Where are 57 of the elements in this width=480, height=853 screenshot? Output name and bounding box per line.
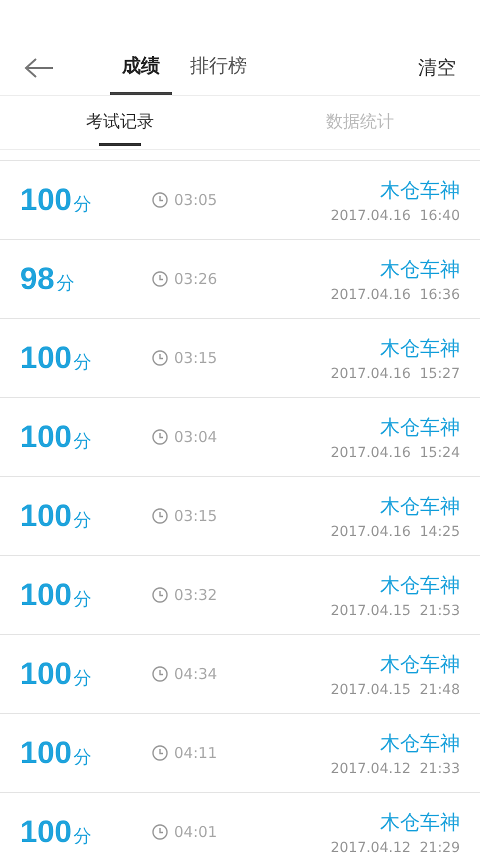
duration: 04:34 xyxy=(174,665,218,683)
clock-icon xyxy=(152,824,168,840)
user-name: 木仓车神 xyxy=(380,650,460,678)
duration: 03:05 xyxy=(174,191,218,209)
user-name: 木仓车神 xyxy=(380,730,460,756)
tab[interactable]: 排行榜 xyxy=(178,40,259,95)
clock-icon xyxy=(152,666,168,682)
duration: 03:04 xyxy=(174,428,218,446)
score-unit: 分 xyxy=(74,351,92,374)
date-time: 2017.04.12 21:33 xyxy=(330,760,460,776)
score-value: 100 xyxy=(20,577,72,613)
score-value: 100 xyxy=(20,498,72,534)
score-unit: 分 xyxy=(74,430,92,453)
duration: 03:15 xyxy=(174,349,218,367)
date-time: 2017.04.15 21:53 xyxy=(330,602,460,618)
duration: 03:15 xyxy=(174,507,218,525)
clock-icon xyxy=(152,350,168,366)
date-time: 2017.04.16 16:40 xyxy=(330,208,460,224)
date-time: 2017.04.15 21:48 xyxy=(330,682,460,698)
score-unit: 分 xyxy=(74,825,92,848)
date-time: 2017.04.16 15:27 xyxy=(330,366,460,382)
duration: 04:01 xyxy=(174,823,218,841)
user-name: 木仓车神 xyxy=(380,176,460,204)
date-time: 2017.04.16 15:24 xyxy=(330,444,460,460)
score-value: 100 xyxy=(20,735,72,771)
score-value: 100 xyxy=(20,814,72,850)
score-unit: 分 xyxy=(56,272,74,295)
clock-icon xyxy=(152,429,168,445)
user-name: 木仓车神 xyxy=(380,572,460,598)
user-name: 木仓车神 xyxy=(380,256,460,282)
duration: 03:32 xyxy=(174,586,218,604)
duration: 03:26 xyxy=(174,270,218,288)
duration: 04:11 xyxy=(174,744,218,762)
score-value: 100 xyxy=(20,340,72,376)
score-value: 100 xyxy=(20,182,72,218)
clock-icon xyxy=(152,745,168,761)
score-unit: 分 xyxy=(74,588,92,611)
score-unit: 分 xyxy=(74,746,92,769)
clock-icon xyxy=(152,271,168,287)
score-value: 100 xyxy=(20,419,72,455)
clock-icon xyxy=(152,587,168,603)
score-value: 98 xyxy=(20,261,54,297)
user-name: 木仓车神 xyxy=(380,808,460,836)
clear-button[interactable]: 清空 xyxy=(418,40,480,95)
user-name: 木仓车神 xyxy=(380,492,460,520)
clock-icon xyxy=(152,508,168,524)
user-name: 木仓车神 xyxy=(380,334,460,362)
clock-icon xyxy=(152,192,168,208)
score-unit: 分 xyxy=(74,509,92,532)
score-unit: 分 xyxy=(74,667,92,690)
score-value: 100 xyxy=(20,656,72,692)
date-time: 2017.04.12 21:29 xyxy=(330,840,460,853)
back-icon[interactable] xyxy=(24,56,54,78)
date-time: 2017.04.16 14:25 xyxy=(330,524,460,540)
date-time: 2017.04.16 16:36 xyxy=(330,286,460,302)
user-name: 木仓车神 xyxy=(380,414,460,440)
score-unit: 分 xyxy=(74,193,92,216)
